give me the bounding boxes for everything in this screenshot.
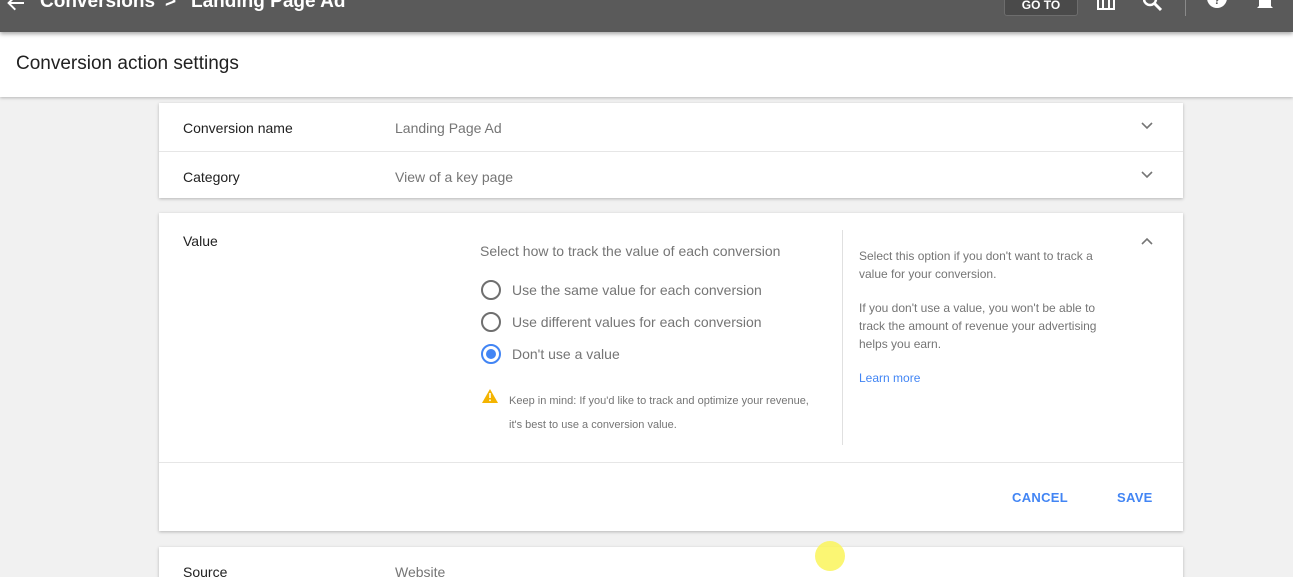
save-button[interactable]: SAVE <box>1117 490 1153 505</box>
radio-label[interactable]: Use the same value for each conversion <box>512 282 762 298</box>
card-footer-divider <box>159 462 1183 463</box>
svg-text:?: ? <box>1213 0 1220 7</box>
settings-header: Conversion action settings <box>0 32 1293 97</box>
tools-icon[interactable] <box>1095 0 1117 12</box>
source-label: Source <box>183 564 228 577</box>
help-panel: Select this option if you don't want to … <box>859 247 1119 387</box>
top-app-bar: Conversions > Landing Page Ad GO TO ? <box>0 0 1293 32</box>
breadcrumb-current-page: Landing Page Ad <box>191 0 346 12</box>
radio-label[interactable]: Use different values for each conversion <box>512 314 762 330</box>
warning-text: Keep in mind: If you'd like to track and… <box>509 395 809 431</box>
search-icon[interactable] <box>1142 0 1164 12</box>
radio-button[interactable] <box>481 312 501 332</box>
radio-button[interactable] <box>481 280 501 300</box>
go-to-button[interactable]: GO TO <box>1004 0 1078 16</box>
category-value: View of a key page <box>395 169 514 185</box>
source-value: Website <box>395 564 446 577</box>
breadcrumb-conversions[interactable]: Conversions <box>40 0 155 14</box>
page-title: Conversion action settings <box>16 53 239 74</box>
source-row[interactable]: Source Website <box>159 547 1183 577</box>
vertical-divider <box>842 230 843 445</box>
radio-label[interactable]: Don't use a value <box>512 346 620 362</box>
conversion-name-row[interactable]: Conversion name Landing Page Ad <box>159 103 1183 151</box>
learn-more-link[interactable]: Learn more <box>859 371 920 385</box>
chevron-down-icon[interactable] <box>1139 167 1155 183</box>
toolbar-divider <box>1185 0 1186 16</box>
cancel-button[interactable]: CANCEL <box>1012 490 1068 505</box>
conversion-name-label: Conversion name <box>183 120 293 136</box>
settings-card-general: Conversion name Landing Page Ad Category… <box>159 103 1183 198</box>
back-arrow-icon[interactable] <box>6 0 28 16</box>
notifications-icon[interactable] <box>1254 0 1276 12</box>
help-icon[interactable]: ? <box>1206 0 1228 12</box>
chevron-down-icon[interactable] <box>1139 118 1155 134</box>
help-text-1: Select this option if you don't want to … <box>859 249 1093 281</box>
cursor-highlight <box>815 541 845 571</box>
category-label: Category <box>183 169 240 185</box>
chevron-right-icon: > <box>165 0 177 12</box>
help-text-2: If you don't use a value, you won't be a… <box>859 301 1097 351</box>
warning-icon <box>482 389 498 403</box>
value-prompt: Select how to track the value of each co… <box>480 243 781 259</box>
value-settings-card: Value Select how to track the value of e… <box>159 213 1183 531</box>
category-row[interactable]: Category View of a key page <box>159 151 1183 199</box>
value-section-label: Value <box>183 233 218 249</box>
conversion-name-value: Landing Page Ad <box>395 120 502 136</box>
radio-button-selected[interactable] <box>481 344 501 364</box>
chevron-up-icon[interactable] <box>1139 233 1155 249</box>
